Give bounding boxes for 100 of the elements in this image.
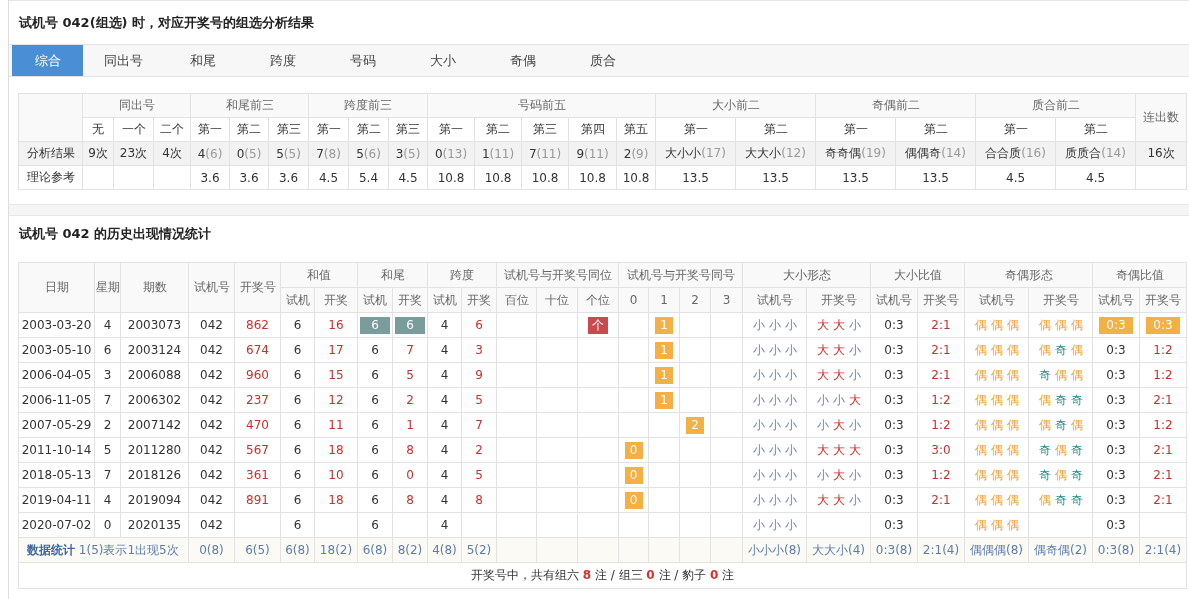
table-cell-text: 0:3	[1105, 466, 1127, 484]
date-cell: 2006-04-05	[18, 362, 95, 388]
group-header: 大小形态	[742, 262, 871, 288]
table-cell-text: 6	[370, 341, 380, 359]
group-header: 奇偶前二	[815, 93, 976, 118]
table-cell: 042	[188, 362, 235, 388]
table-cell: 4.5	[388, 165, 428, 190]
group-header: 奇偶形态	[964, 262, 1093, 288]
table-cell: 5.4	[348, 165, 389, 190]
date-cell: 2019-04-11	[18, 487, 95, 513]
table-cell: 042	[188, 437, 235, 463]
odd-even-form: 偶 奇 奇	[1028, 487, 1093, 513]
count-badge: 1	[655, 391, 673, 409]
table-cell: 1:2	[917, 387, 965, 413]
table-cell-text: 2:1	[1152, 441, 1174, 459]
table-cell: 6	[280, 412, 315, 438]
table-cell-text: 6	[370, 516, 380, 534]
table-cell: 18	[314, 437, 358, 463]
table-cell: 0:3	[870, 512, 918, 538]
row-label: 理论参考	[18, 165, 83, 190]
tab[interactable]: 同出号	[83, 45, 163, 76]
tab[interactable]: 号码	[323, 45, 403, 76]
tab[interactable]: 和尾	[163, 45, 243, 76]
table-cell: 0:3	[870, 412, 918, 438]
table-cell: 2019094	[120, 487, 189, 513]
table-cell-text: 0:3	[1105, 516, 1127, 534]
table-cell-text: 6	[370, 466, 380, 484]
table-cell: 7	[461, 412, 497, 438]
big-small-form: 小 小 小	[742, 437, 807, 463]
table-cell-text: 6	[370, 366, 380, 384]
table-cell-text: 7	[405, 341, 415, 359]
big-small-form: 小 小 大	[806, 387, 871, 413]
table-cell-text: 0:3	[1105, 491, 1127, 509]
table-cell: 0:3	[870, 462, 918, 488]
table-cell: 0:3	[870, 362, 918, 388]
table-cell: 3	[94, 362, 121, 388]
table-cell: 8	[461, 487, 497, 513]
table-cell: 6	[280, 337, 315, 363]
count-badge: 1	[655, 366, 673, 384]
table-cell: 2	[94, 412, 121, 438]
table-cell-text: 8	[405, 441, 415, 459]
table-cell: 10	[314, 462, 358, 488]
count-badge: 2	[686, 416, 704, 434]
match-badge: 个	[588, 316, 608, 334]
table-cell: 4	[427, 462, 462, 488]
table-cell: 4	[427, 337, 462, 363]
odd-even-form: 奇 偶 偶	[1028, 362, 1093, 388]
stats-note: 数据统计 1(5)表示1出现5次	[18, 537, 189, 563]
big-small-form: 大 大 小	[806, 337, 871, 363]
row-label: 分析结果	[18, 141, 83, 166]
big-small-form: 大 大 小	[806, 312, 871, 338]
table-cell: 6	[280, 462, 315, 488]
table-cell: 2006302	[120, 387, 189, 413]
table-cell: 4	[427, 412, 462, 438]
date-cell: 2007-05-29	[18, 412, 95, 438]
tab[interactable]: 奇偶	[483, 45, 563, 76]
table-cell: 470	[234, 412, 281, 438]
table-cell: 10.8	[474, 165, 522, 190]
table-cell: 6	[395, 316, 425, 334]
big-small-form: 大 大 小	[806, 362, 871, 388]
group-header: 和尾	[357, 262, 428, 288]
tab[interactable]: 大小	[403, 45, 483, 76]
group-header: 号码前五	[427, 93, 656, 118]
table-cell-text: 0:3	[1105, 341, 1127, 359]
table-cell: 4	[427, 512, 462, 538]
table-cell: 361	[234, 462, 281, 488]
count-badge: 0	[624, 491, 643, 509]
table-cell: 2003073	[120, 312, 189, 338]
table-cell-text: 6	[370, 391, 380, 409]
table-cell: 960	[234, 362, 281, 388]
table-cell: 2:1	[917, 362, 965, 388]
big-small-form: 小 小 小	[742, 312, 807, 338]
table-cell: 13.5	[655, 165, 736, 190]
table-cell-text: 6	[370, 416, 380, 434]
table-cell: 2007142	[120, 412, 189, 438]
table-cell: 10.8	[427, 165, 475, 190]
odd-even-form: 偶 偶 偶	[964, 337, 1029, 363]
column-header: 星期	[94, 262, 121, 313]
table-cell: 2:1	[917, 487, 965, 513]
table-cell: 2:1	[917, 312, 965, 338]
table-cell: 3.6	[268, 165, 309, 190]
table-cell: 5	[94, 437, 121, 463]
odd-even-form: 偶 奇 奇	[1028, 387, 1093, 413]
table-cell-text: 5	[405, 366, 415, 384]
table-cell: 6	[280, 437, 315, 463]
table-cell-text: 0:3	[1105, 416, 1127, 434]
table-cell-text: 6	[370, 441, 380, 459]
tab[interactable]: 跨度	[243, 45, 323, 76]
table-cell: 0:3	[870, 437, 918, 463]
table-cell-text: 1:2	[1152, 416, 1174, 434]
table-cell: 9	[461, 362, 497, 388]
big-small-form: 小 小 小	[742, 362, 807, 388]
table-cell: 042	[188, 312, 235, 338]
table-cell: 4	[94, 487, 121, 513]
column-header: 开奖号	[234, 262, 281, 313]
odd-even-form: 偶 奇 偶	[1028, 412, 1093, 438]
table-cell: 6	[280, 312, 315, 338]
table-cell: 6	[360, 316, 390, 334]
tab[interactable]: 质合	[563, 45, 643, 76]
group-header: 奇偶比值	[1092, 262, 1187, 288]
